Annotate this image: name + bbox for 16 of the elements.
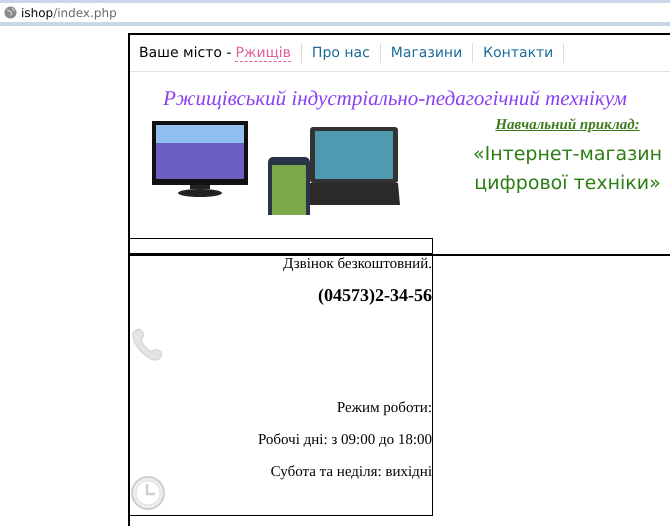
url-text[interactable]: ishop/index.php — [21, 6, 117, 20]
city-label: Ваше місто - — [139, 45, 232, 61]
globe-icon — [4, 6, 17, 19]
hours-title: Режим роботи: — [336, 400, 432, 417]
clock-icon — [130, 475, 166, 511]
city-link[interactable]: Ржищів — [235, 44, 291, 62]
banner-subtitle: Навчальний приклад: — [495, 117, 640, 134]
phone-number: (04573)2-34-56 — [318, 285, 432, 306]
call-note: Дзвінок безкоштовний. — [283, 256, 432, 273]
nav-link[interactable]: Про нас — [302, 45, 380, 61]
weekend-hours: Субота та неділя: вихідні — [270, 464, 432, 481]
banner-headline: «Інтернет-магазин цифрової техніки» — [473, 142, 662, 196]
nav-link[interactable]: Контакти — [473, 45, 564, 61]
nav-link[interactable]: Магазини — [380, 45, 472, 61]
weekdays-hours: Робочі дні: з 09:00 до 18:00 — [258, 432, 432, 449]
banner-title: Ржищівський індустріально-педагогічний технікум — [162, 85, 628, 111]
